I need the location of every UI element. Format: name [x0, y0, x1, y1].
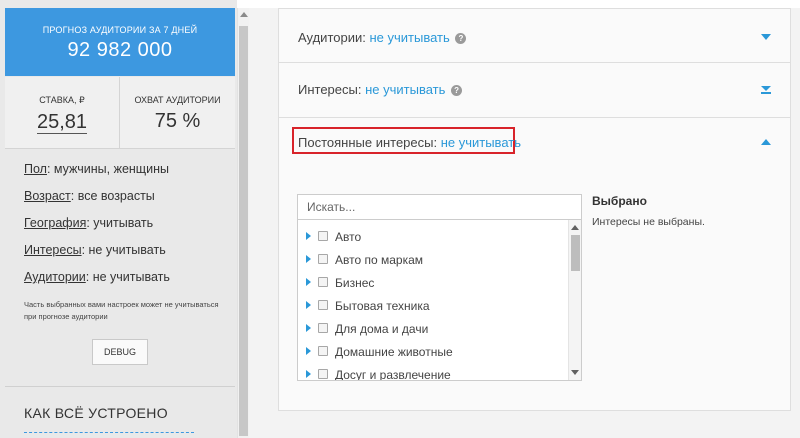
list-scrollbar[interactable]	[568, 220, 581, 380]
list-item-label: Бытовая техника	[335, 299, 430, 313]
accordion-audiences-label: Аудитории:	[298, 30, 370, 45]
sidebar-scrollbar[interactable]	[237, 8, 249, 438]
help-icon[interactable]: ?	[455, 33, 467, 44]
setting-gender: Пол: мужчины, женщины	[24, 162, 229, 189]
expand-arrow-icon[interactable]	[306, 347, 311, 355]
expand-arrow-icon[interactable]	[306, 255, 311, 263]
checkbox[interactable]	[318, 369, 328, 379]
setting-audiences: Аудитории: не учитывать	[24, 270, 229, 297]
setting-interests-link[interactable]: Интересы	[24, 243, 82, 257]
setting-interests-value: : не учитывать	[81, 243, 166, 257]
setting-geo: География: учитывать	[24, 216, 229, 243]
checkbox[interactable]	[318, 254, 328, 264]
how-it-works-link[interactable]	[24, 432, 194, 434]
list-item[interactable]: Авто по маркам	[298, 248, 568, 271]
interests-search[interactable]	[297, 194, 582, 220]
sidebar: ПРОГНОЗ АУДИТОРИИ ЗА 7 ДНЕЙ 92 982 000 С…	[0, 0, 237, 438]
chevron-up-icon[interactable]	[761, 139, 771, 145]
selected-empty-text: Интересы не выбраны.	[592, 216, 705, 228]
checkbox[interactable]	[318, 231, 328, 241]
list-item-label: Авто по маркам	[335, 253, 424, 267]
list-item[interactable]: Бизнес	[298, 271, 568, 294]
help-icon[interactable]: ?	[451, 85, 463, 96]
expand-arrow-icon[interactable]	[306, 370, 311, 378]
list-item-label: Бизнес	[335, 276, 375, 290]
checkbox[interactable]	[318, 323, 328, 333]
reach-label: ОХВАТ АУДИТОРИИ	[134, 95, 221, 105]
forecast-note: Часть выбранных вами настроек может не у…	[24, 300, 219, 321]
list-item-label: Досуг и развлечение	[335, 368, 451, 381]
setting-interests: Интересы: не учитывать	[24, 243, 229, 270]
accordion-interests-title: Интересы: не учитывать ?	[298, 82, 463, 97]
setting-geo-link[interactable]: География	[24, 216, 86, 230]
scroll-up-arrow-icon[interactable]	[571, 225, 579, 230]
setting-age-value: : все возрасты	[70, 189, 155, 203]
list-item[interactable]: Для дома и дачи	[298, 317, 568, 340]
accordion-audiences[interactable]: Аудитории: не учитывать ?	[279, 9, 790, 62]
expand-arrow-icon[interactable]	[306, 232, 311, 240]
accordion-permanent-interests[interactable]: Постоянные интересы: не учитывать	[279, 118, 790, 168]
reach-stat: ОХВАТ АУДИТОРИИ 75 %	[120, 77, 235, 149]
interests-list: Авто Авто по маркам Бизнес Бытовая техни…	[297, 220, 582, 381]
debug-button[interactable]: DEBUG	[92, 339, 148, 365]
setting-gender-link[interactable]: Пол	[24, 162, 47, 176]
setting-age-link[interactable]: Возраст	[24, 189, 71, 203]
search-input[interactable]	[298, 195, 581, 219]
list-item-label: Для дома и дачи	[335, 322, 429, 336]
list-item[interactable]: Бытовая техника	[298, 294, 568, 317]
setting-age: Возраст: все возрасты	[24, 189, 229, 216]
bid-label: СТАВКА, ₽	[39, 95, 85, 105]
bid-value[interactable]: 25,81	[36, 111, 88, 134]
accordion-permanent-interests-link[interactable]: не учитывать	[441, 135, 521, 150]
setting-audiences-value: : не учитывать	[85, 270, 170, 284]
list-item[interactable]: Домашние животные	[298, 340, 568, 363]
checkbox[interactable]	[318, 277, 328, 287]
accordion-permanent-interests-label: Постоянные интересы:	[298, 135, 441, 150]
list-scrollbar-thumb[interactable]	[571, 235, 580, 271]
accordion-interests[interactable]: Интересы: не учитывать ?	[279, 63, 790, 117]
checkbox[interactable]	[318, 300, 328, 310]
expand-arrow-icon[interactable]	[306, 278, 311, 286]
list-item[interactable]: Авто	[298, 225, 568, 248]
checkbox[interactable]	[318, 346, 328, 356]
bid-stat: СТАВКА, ₽ 25,81	[5, 77, 120, 149]
how-it-works-title: КАК ВСЁ УСТРОЕНО	[24, 405, 168, 421]
accordion-interests-link[interactable]: не учитывать	[365, 82, 445, 97]
selected-title: Выбрано	[592, 194, 647, 208]
audience-forecast-card: ПРОГНОЗ АУДИТОРИИ ЗА 7 ДНЕЙ 92 982 000	[5, 8, 235, 76]
list-item-label: Домашние животные	[335, 345, 453, 359]
forecast-value: 92 982 000	[67, 39, 173, 61]
accordion-audiences-link[interactable]: не учитывать	[369, 30, 449, 45]
targeting-summary: Пол: мужчины, женщины Возраст: все возра…	[24, 162, 229, 297]
accordion-permanent-interests-title: Постоянные интересы: не учитывать	[298, 135, 521, 150]
setting-audiences-link[interactable]: Аудитории	[24, 270, 86, 284]
accordion-interests-label: Интересы:	[298, 82, 366, 97]
accordion-audiences-title: Аудитории: не учитывать ?	[298, 30, 467, 45]
sidebar-scrollbar-thumb[interactable]	[239, 26, 248, 436]
expand-arrow-icon[interactable]	[306, 301, 311, 309]
reach-value: 75 %	[154, 110, 201, 132]
stats-panel: СТАВКА, ₽ 25,81 ОХВАТ АУДИТОРИИ 75 %	[5, 77, 235, 149]
scroll-up-arrow-icon[interactable]	[240, 12, 248, 17]
divider	[5, 386, 235, 387]
setting-geo-value: : учитывать	[86, 216, 154, 230]
forecast-label: ПРОГНОЗ АУДИТОРИИ ЗА 7 ДНЕЙ	[42, 25, 198, 35]
top-strip	[249, 0, 800, 8]
list-item-label: Авто	[335, 230, 362, 244]
setting-gender-value: : мужчины, женщины	[46, 162, 169, 176]
chevron-down-icon[interactable]	[761, 86, 771, 94]
chevron-down-icon[interactable]	[761, 34, 771, 40]
scroll-down-arrow-icon[interactable]	[571, 370, 579, 375]
list-item[interactable]: Досуг и развлечение	[298, 363, 568, 381]
expand-arrow-icon[interactable]	[306, 324, 311, 332]
